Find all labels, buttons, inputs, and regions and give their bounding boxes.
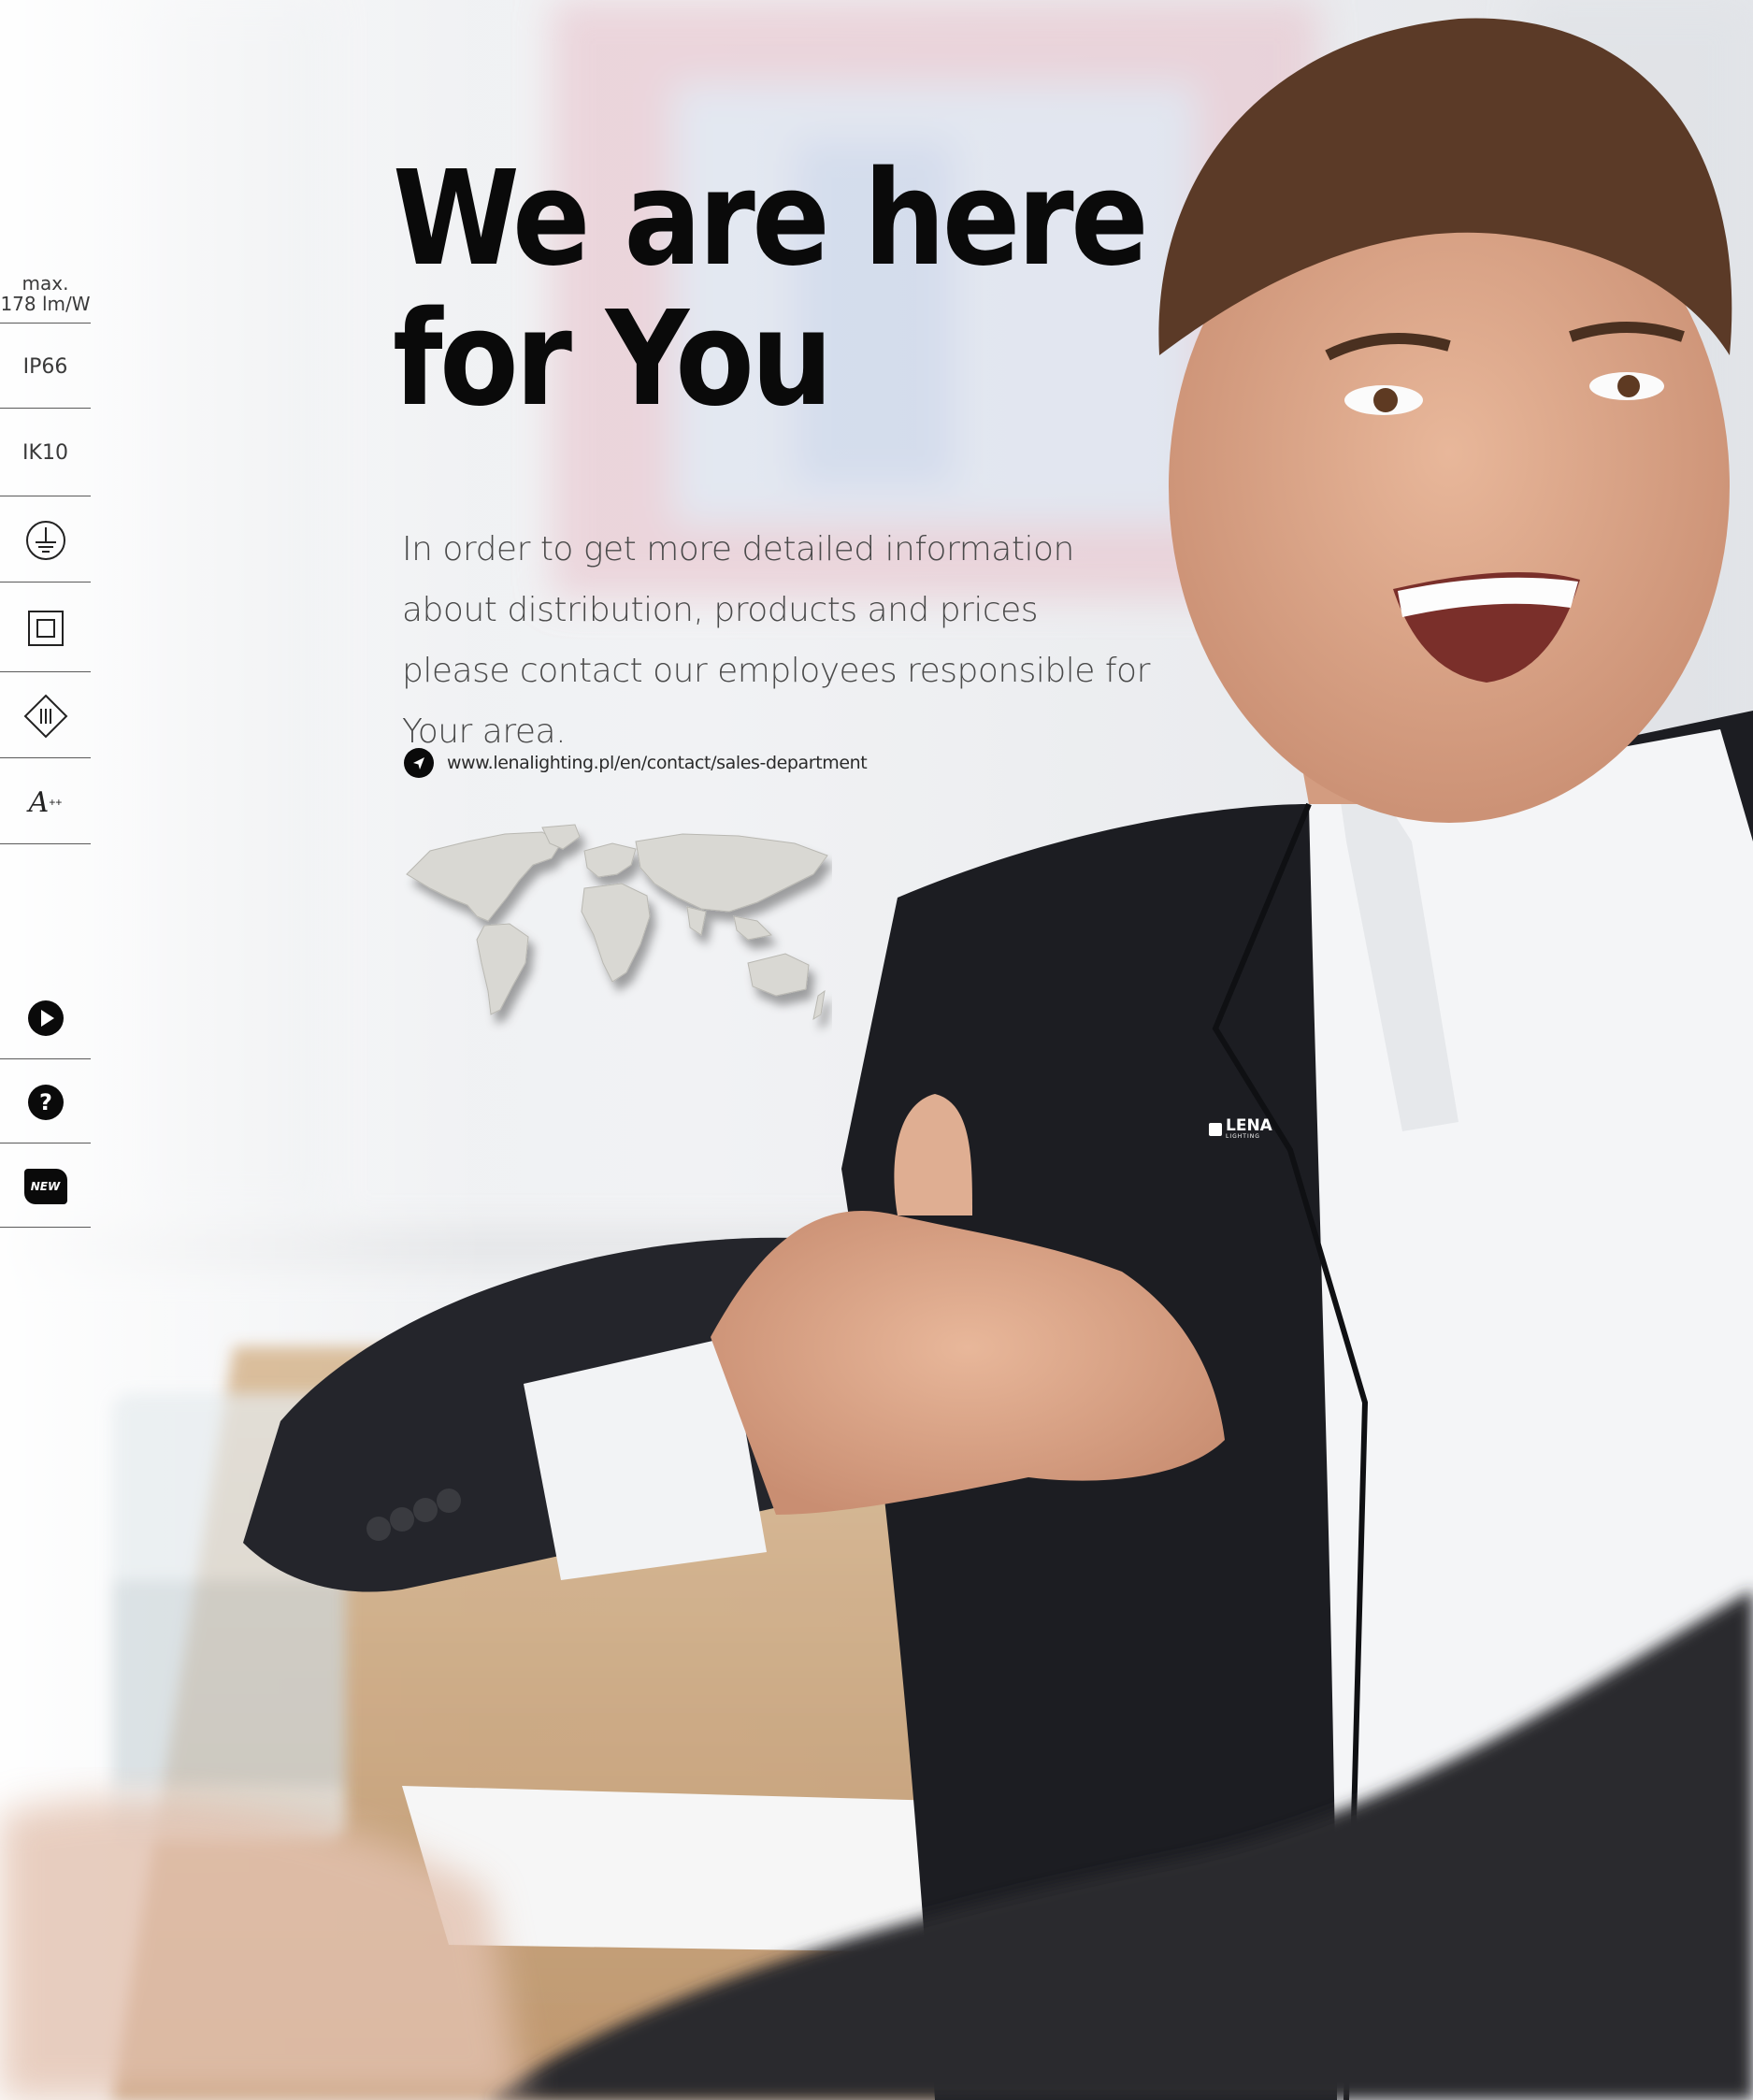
earth-ground-icon bbox=[25, 521, 65, 560]
world-map bbox=[406, 824, 828, 1021]
contact-link-url[interactable]: www.lenalighting.pl/en/contact/sales-dep… bbox=[447, 753, 868, 773]
title-line-1: We are here bbox=[393, 143, 1149, 295]
energy-class-sup: ++ bbox=[49, 796, 63, 809]
contact-link[interactable]: www.lenalighting.pl/en/contact/sales-dep… bbox=[404, 748, 868, 778]
class-ii-spec bbox=[0, 585, 91, 672]
class-iii-icon bbox=[23, 694, 67, 739]
ip-rating: IP66 bbox=[0, 327, 91, 409]
help-spec: ? bbox=[0, 1062, 91, 1143]
class-iii-spec bbox=[0, 675, 91, 758]
efficacy-value: 178 lm/W bbox=[0, 293, 91, 315]
ik-rating-text: IK10 bbox=[22, 440, 68, 465]
location-arrow-icon bbox=[404, 748, 434, 778]
ik-rating: IK10 bbox=[0, 411, 91, 496]
title-line-2: for You bbox=[393, 283, 833, 436]
jacket-logo: LENA LIGHTING bbox=[1209, 1118, 1272, 1140]
play-icon bbox=[27, 1000, 64, 1036]
ip-rating-text: IP66 bbox=[22, 354, 68, 379]
svg-text:?: ? bbox=[39, 1089, 52, 1115]
efficacy-spec: max. 178 lm/W bbox=[0, 265, 91, 324]
new-badge-icon: NEW bbox=[23, 1169, 67, 1204]
efficacy-max: max. bbox=[22, 271, 69, 295]
new-spec: NEW bbox=[0, 1146, 91, 1228]
question-icon: ? bbox=[27, 1085, 64, 1120]
video-spec bbox=[0, 978, 91, 1059]
new-badge-text: NEW bbox=[30, 1180, 61, 1193]
page-title: We are here for You bbox=[393, 143, 1149, 436]
earth-ground-spec bbox=[0, 499, 91, 583]
class-ii-insulation-icon bbox=[27, 611, 64, 646]
energy-class-letter: A bbox=[28, 785, 50, 819]
jacket-logo-name: LENA bbox=[1226, 1116, 1272, 1135]
intro-paragraph: In order to get more detailed informatio… bbox=[402, 530, 1150, 751]
jacket-logo-sub: LIGHTING bbox=[1226, 1133, 1260, 1140]
energy-class-spec: A ++ bbox=[0, 761, 91, 844]
